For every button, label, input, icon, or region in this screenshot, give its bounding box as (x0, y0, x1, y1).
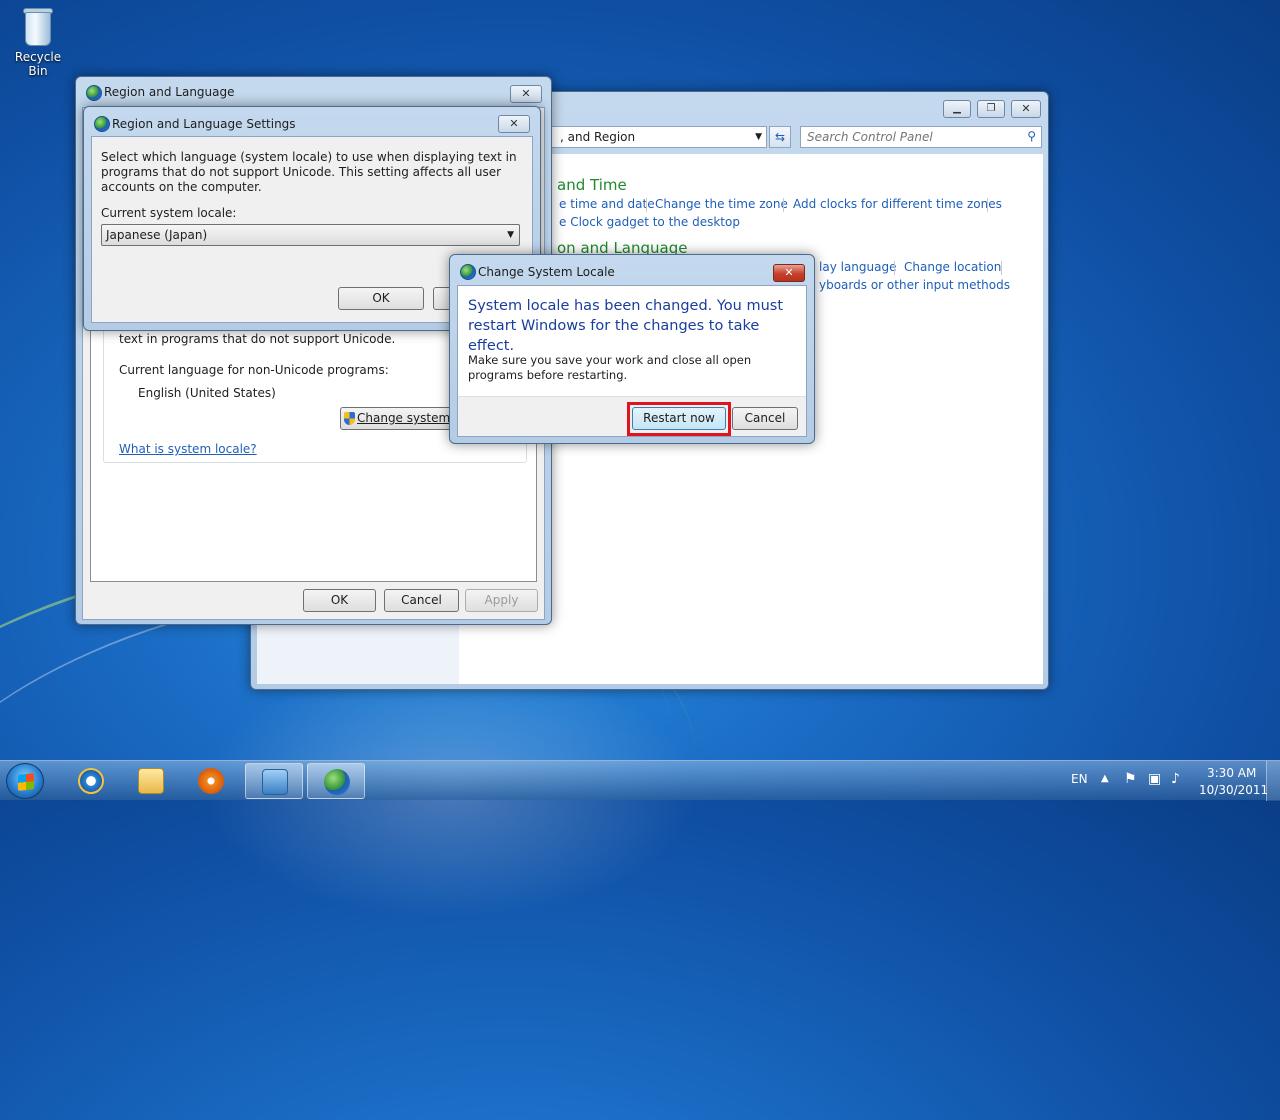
maximize-button[interactable]: ❐ (977, 100, 1005, 118)
taskbar-control-panel[interactable] (245, 763, 303, 799)
link-change-timezone[interactable]: Change the time zone (655, 197, 788, 211)
language-indicator[interactable]: EN (1071, 772, 1088, 786)
close-button[interactable]: ✕ (510, 85, 542, 103)
clock-time[interactable]: 3:30 AM (1207, 766, 1256, 780)
globe-clock-icon (324, 769, 350, 795)
search-input[interactable] (801, 127, 1011, 147)
taskbar: EN ▲ ⚑ ▣ ♪ 3:30 AM 10/30/2011 (0, 760, 1280, 801)
link-keyboards[interactable]: yboards or other input methods (819, 278, 1010, 292)
show-desktop-button[interactable] (1266, 761, 1280, 801)
search-box[interactable]: ⚲ (800, 126, 1042, 148)
link-clock-gadget[interactable]: e Clock gadget to the desktop (559, 215, 740, 229)
desktop-icon-recycle-bin[interactable]: Recycle Bin (4, 6, 72, 78)
taskbar-explorer[interactable] (122, 763, 180, 799)
media-player-icon (198, 768, 224, 794)
current-language-value: English (United States) (138, 386, 276, 400)
link-change-location[interactable]: Change location (904, 260, 1001, 274)
link-display-language[interactable]: lay language (819, 260, 896, 274)
folder-icon (138, 768, 164, 794)
link-add-clocks[interactable]: Add clocks for different time zones (793, 197, 1002, 211)
main-instruction: System locale has been changed. You must… (468, 298, 784, 354)
close-button[interactable]: ✕ (1011, 100, 1041, 118)
window-title: Change System Locale (478, 265, 615, 279)
ok-button[interactable]: OK (338, 287, 424, 310)
system-locale-value: Japanese (Japan) (106, 228, 208, 242)
chevron-down-icon[interactable]: ▼ (507, 225, 514, 245)
show-hidden-icons-button[interactable]: ▲ (1101, 773, 1109, 784)
what-is-system-locale-link[interactable]: What is system locale? (119, 442, 257, 456)
control-panel-icon (262, 769, 288, 795)
start-button[interactable] (6, 763, 44, 799)
locale-label: Current system locale: (101, 206, 237, 220)
shield-icon (344, 412, 355, 425)
windows-logo-icon (18, 773, 34, 791)
apply-button: Apply (465, 589, 538, 612)
clock-date[interactable]: 10/30/2011 (1199, 783, 1268, 797)
heading-clock[interactable]: and Time (557, 176, 627, 194)
action-center-flag-icon[interactable]: ⚑ (1124, 771, 1137, 787)
internet-explorer-icon (78, 768, 104, 794)
window-title: Region and Language Settings (112, 117, 296, 131)
globe-icon (94, 116, 110, 132)
volume-icon[interactable]: ♪ (1171, 771, 1180, 787)
close-button[interactable]: ✕ (498, 115, 530, 133)
refresh-button[interactable]: ⇆ (769, 126, 791, 148)
taskbar-region-language[interactable] (307, 763, 365, 799)
recycle-bin-label: Recycle Bin (14, 50, 62, 78)
cancel-button[interactable]: Cancel (732, 407, 798, 430)
globe-icon (460, 264, 476, 280)
recycle-bin-icon (21, 6, 55, 48)
sub-message: Make sure you save your work and close a… (468, 353, 752, 382)
refresh-icon: ⇆ (774, 130, 786, 144)
change-system-locale-dialog[interactable]: Change System Locale ✕ System locale has… (449, 254, 815, 444)
current-language-label: Current language for non-Unicode program… (119, 363, 389, 377)
close-button[interactable]: ✕ (773, 264, 805, 282)
link-set-time[interactable]: e time and date (559, 197, 655, 211)
change-system-locale-label: Change system (357, 411, 451, 425)
address-text: , and Region (560, 130, 636, 144)
minimize-button[interactable]: ▁ (943, 100, 971, 118)
system-locale-select[interactable]: Japanese (Japan) ▼ (101, 224, 520, 246)
network-icon[interactable]: ▣ (1148, 771, 1161, 787)
partial-description: text in programs that do not support Uni… (119, 332, 396, 346)
dialog-body: System locale has been changed. You must… (457, 285, 807, 437)
search-icon[interactable]: ⚲ (1027, 129, 1036, 143)
taskbar-internet-explorer[interactable] (62, 763, 120, 799)
change-system-locale-button[interactable]: Change system (340, 407, 460, 430)
taskbar-media-player[interactable] (182, 763, 240, 799)
globe-icon (86, 85, 102, 101)
restart-now-button[interactable]: Restart now (632, 407, 726, 430)
chevron-down-icon[interactable]: ▼ (755, 127, 762, 147)
cancel-button[interactable]: Cancel (384, 589, 459, 612)
settings-description: Select which language (system locale) to… (101, 150, 517, 194)
ok-button[interactable]: OK (303, 589, 376, 612)
address-bar[interactable]: , and Region ▼ (541, 126, 767, 148)
window-title: Region and Language (104, 85, 235, 99)
